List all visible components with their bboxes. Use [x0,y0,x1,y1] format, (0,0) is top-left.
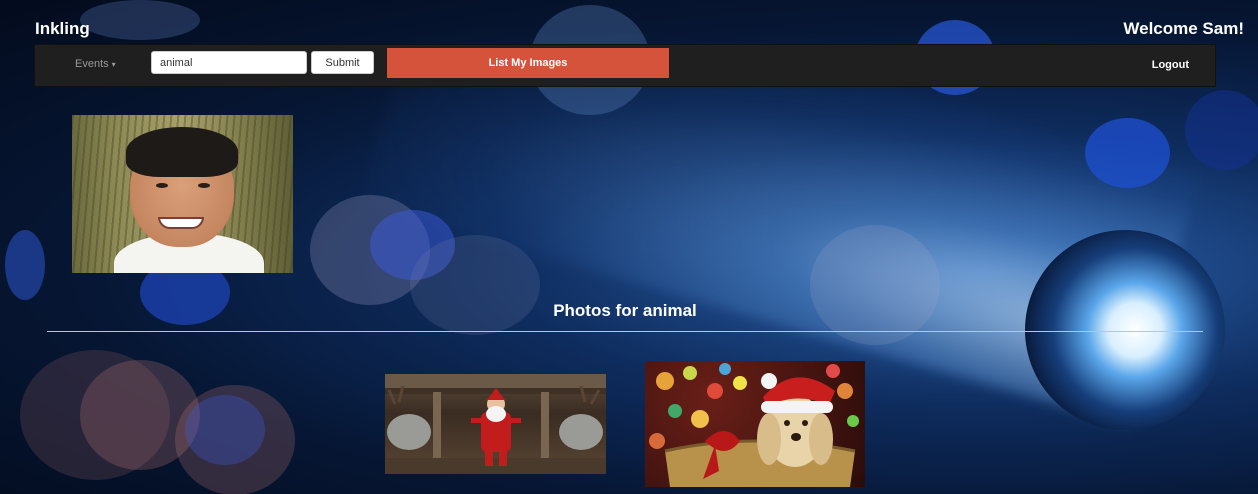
section-divider [47,331,1203,332]
events-dropdown[interactable]: Events ▾ [75,58,116,70]
logout-link[interactable]: Logout [1152,59,1189,71]
section-title: Photos for animal [553,301,697,320]
navbar: Events▾ Submit List My Images Logout [34,44,1216,87]
photo-puppy-santa-hat[interactable] [645,361,865,487]
submit-button[interactable]: Submit [311,51,374,74]
welcome-message: Welcome Sam! [1123,19,1244,38]
profile-photo [72,115,293,273]
events-dropdown-label: Events [75,58,109,70]
brand-logo[interactable]: Inkling [35,19,90,39]
list-my-images-button[interactable]: List My Images [387,48,669,78]
photo-santa-reindeer[interactable] [385,374,606,474]
search-input[interactable] [151,51,307,74]
caret-down-icon: ▾ [111,60,116,69]
